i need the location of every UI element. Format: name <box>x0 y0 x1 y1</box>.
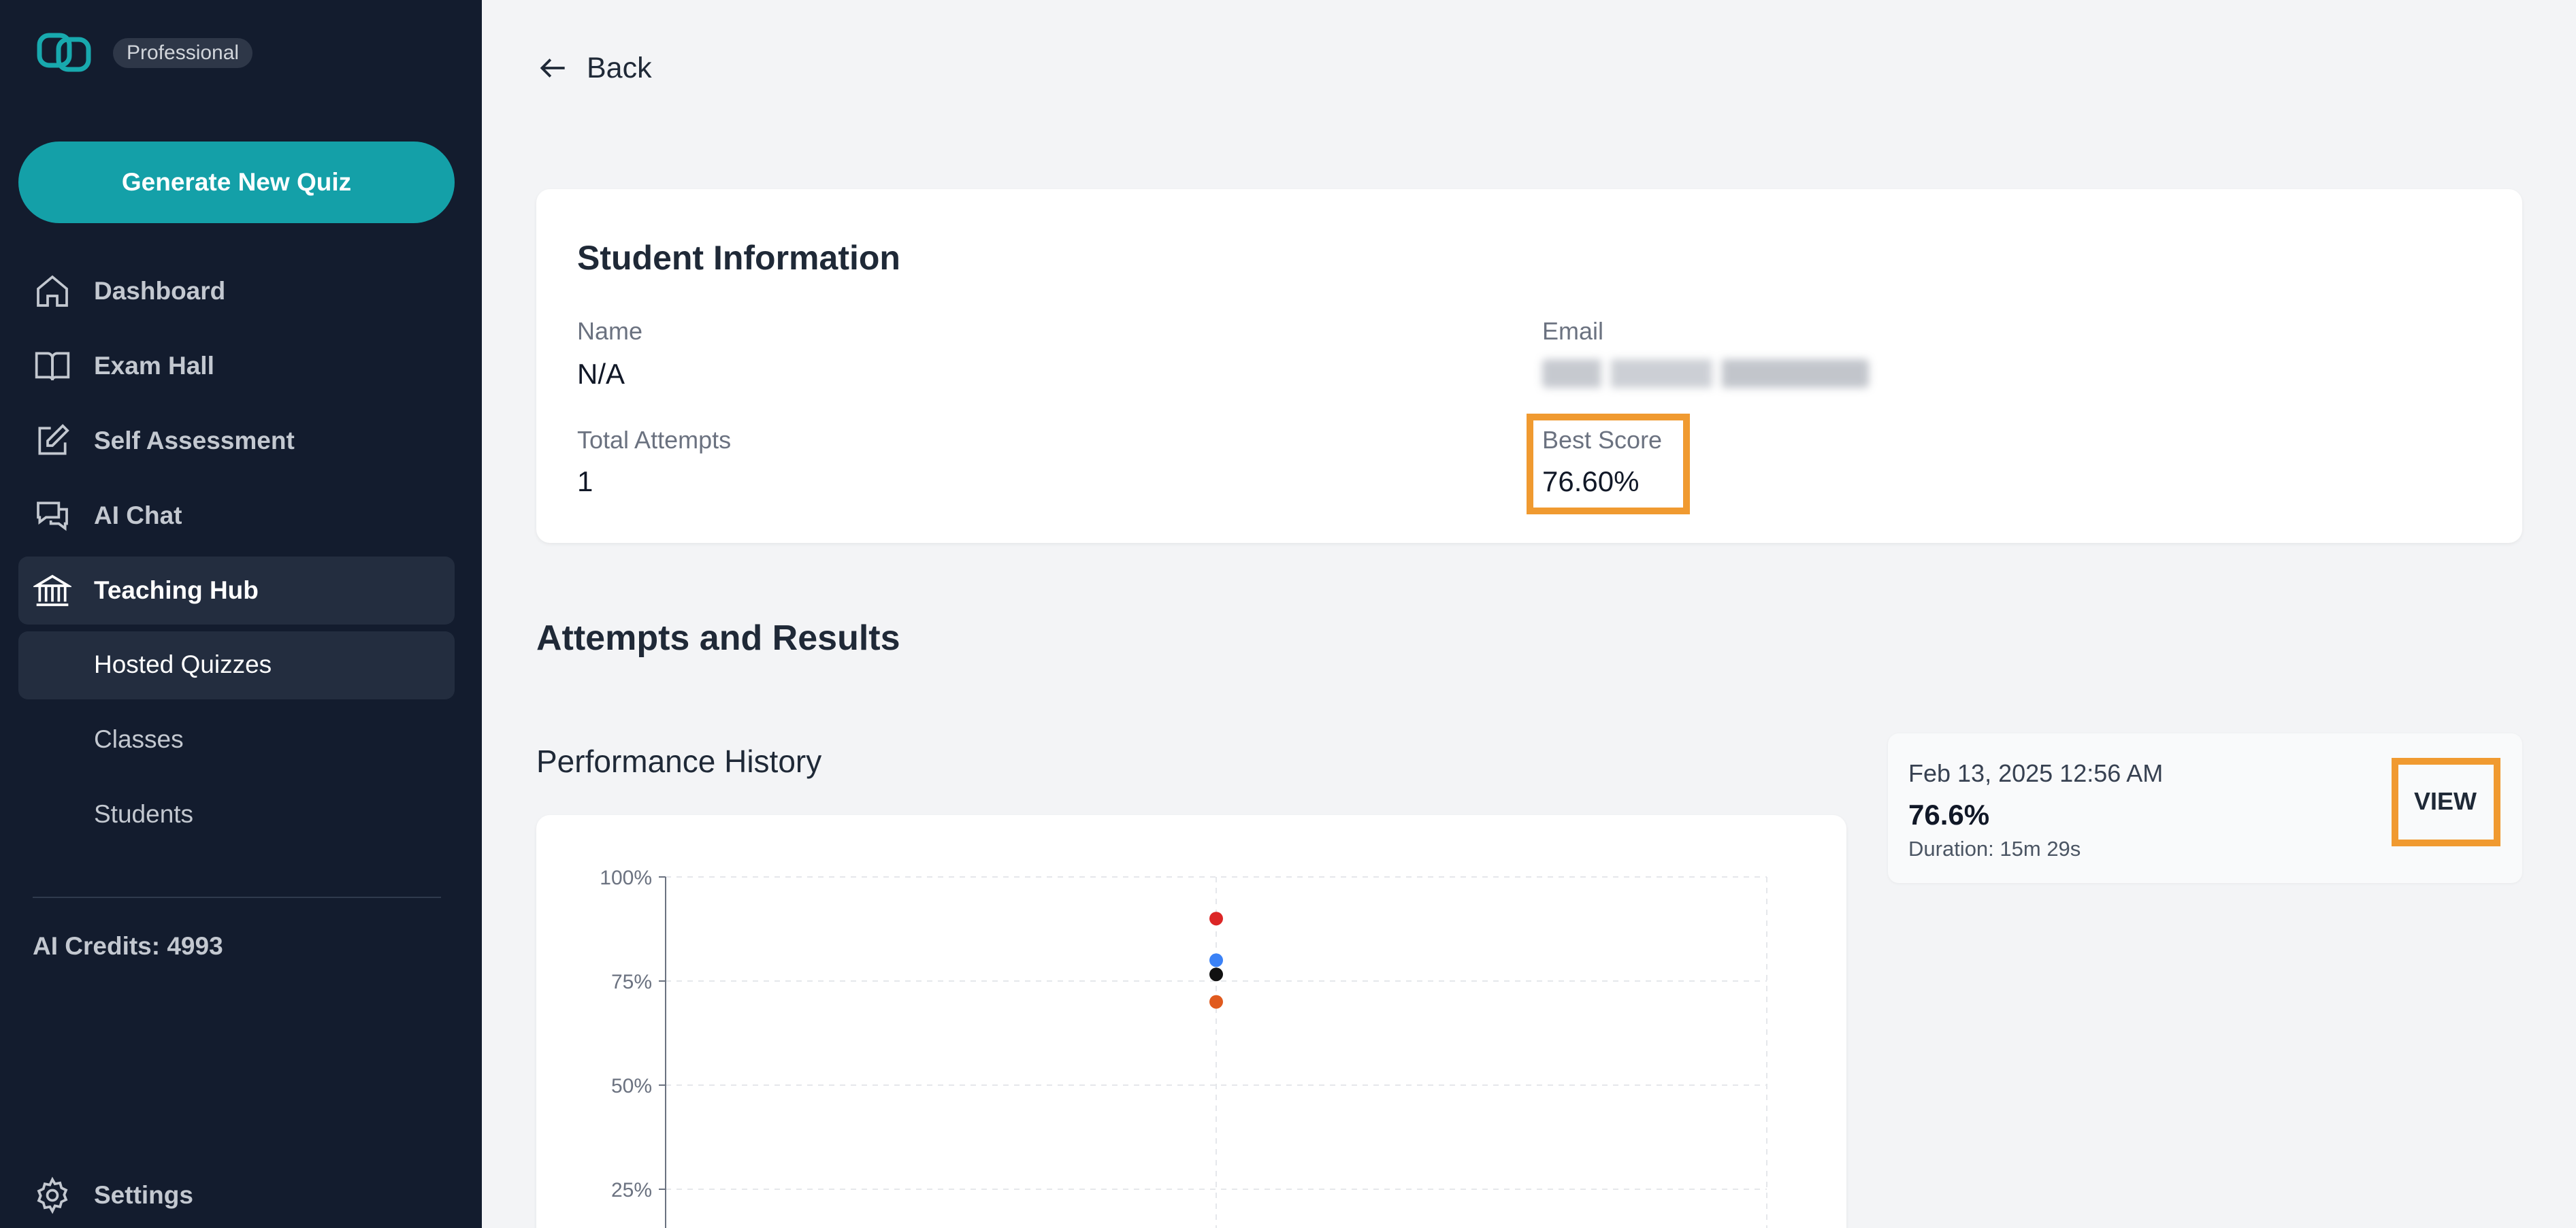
attempt-score: 76.6% <box>1908 799 1990 831</box>
performance-history-title: Performance History <box>536 744 822 779</box>
arrow-left-icon <box>540 59 565 78</box>
sidebar-item-ai-chat[interactable]: AI Chat <box>18 482 455 550</box>
sidebar-item-exam-hall[interactable]: Exam Hall <box>18 332 455 400</box>
performance-chart: 100% 75% 50% 25% <box>600 867 1767 1228</box>
y-tick-label: 50% <box>611 1075 652 1097</box>
email-label: Email <box>1542 317 1604 345</box>
back-label: Back <box>587 51 652 84</box>
data-point <box>1209 995 1223 1009</box>
student-info-card: Student Information Name N/A Email Total… <box>536 189 2522 543</box>
data-point <box>1209 953 1223 967</box>
sidebar-item-self-assessment[interactable]: Self Assessment <box>18 407 455 475</box>
attempt-card: Feb 13, 2025 12:56 AM 76.6% Duration: 15… <box>1888 733 2522 883</box>
y-tick-label: 25% <box>611 1179 652 1201</box>
sidebar-item-label: Settings <box>94 1181 193 1209</box>
attempt-date: Feb 13, 2025 12:56 AM <box>1908 759 2164 787</box>
generate-quiz-button[interactable]: Generate New Quiz <box>18 142 455 223</box>
data-point <box>1209 967 1223 982</box>
sidebar-subitem-label: Students <box>94 800 194 828</box>
name-value: N/A <box>577 358 625 390</box>
total-attempts-value: 1 <box>577 465 593 497</box>
plan-badge: Professional <box>113 38 253 68</box>
institution-icon <box>33 574 71 606</box>
attempt-duration: Duration: 15m 29s <box>1908 837 2081 861</box>
edit-icon <box>38 424 69 455</box>
gear-icon <box>37 1176 68 1214</box>
sidebar-item-label: Exam Hall <box>94 352 214 380</box>
app-logo-icon[interactable] <box>35 29 94 76</box>
data-point <box>1209 912 1223 926</box>
email-value-redacted <box>1542 359 1869 388</box>
performance-chart-card: 100% 75% 50% 25% <box>536 815 1846 1228</box>
sidebar-item-label: AI Chat <box>94 501 182 529</box>
student-info-title: Student Information <box>577 239 900 277</box>
chat-icon <box>37 501 68 531</box>
y-tick-label: 100% <box>600 867 652 889</box>
name-label: Name <box>577 317 643 345</box>
sidebar-subitem-label: Hosted Quizzes <box>94 650 272 678</box>
total-attempts-label: Total Attempts <box>577 426 732 454</box>
sidebar-subitem-students[interactable]: Students <box>18 781 455 849</box>
sidebar-item-teaching-hub[interactable]: Teaching Hub <box>18 557 455 625</box>
attempts-results-title: Attempts and Results <box>536 618 900 658</box>
sidebar-subitem-hosted-quizzes[interactable]: Hosted Quizzes <box>18 631 455 699</box>
view-button-highlight <box>2392 758 2500 846</box>
sidebar: Professional Generate New Quiz Dashboard… <box>0 0 482 1228</box>
sidebar-subitem-classes[interactable]: Classes <box>18 706 455 774</box>
ai-credits: AI Credits: 4993 <box>33 932 223 960</box>
sidebar-subitem-label: Classes <box>94 725 184 753</box>
sidebar-item-settings[interactable]: Settings <box>18 1161 455 1228</box>
sidebar-item-label: Teaching Hub <box>94 576 259 604</box>
sidebar-item-dashboard[interactable]: Dashboard <box>18 257 455 325</box>
book-icon <box>35 352 70 381</box>
home-icon <box>37 275 68 307</box>
sidebar-item-label: Dashboard <box>94 277 226 305</box>
y-tick-label: 75% <box>611 971 652 993</box>
sidebar-item-label: Self Assessment <box>94 427 295 454</box>
sidebar-divider <box>33 897 441 898</box>
best-score-highlight <box>1527 414 1690 514</box>
back-button[interactable]: Back <box>536 48 652 88</box>
